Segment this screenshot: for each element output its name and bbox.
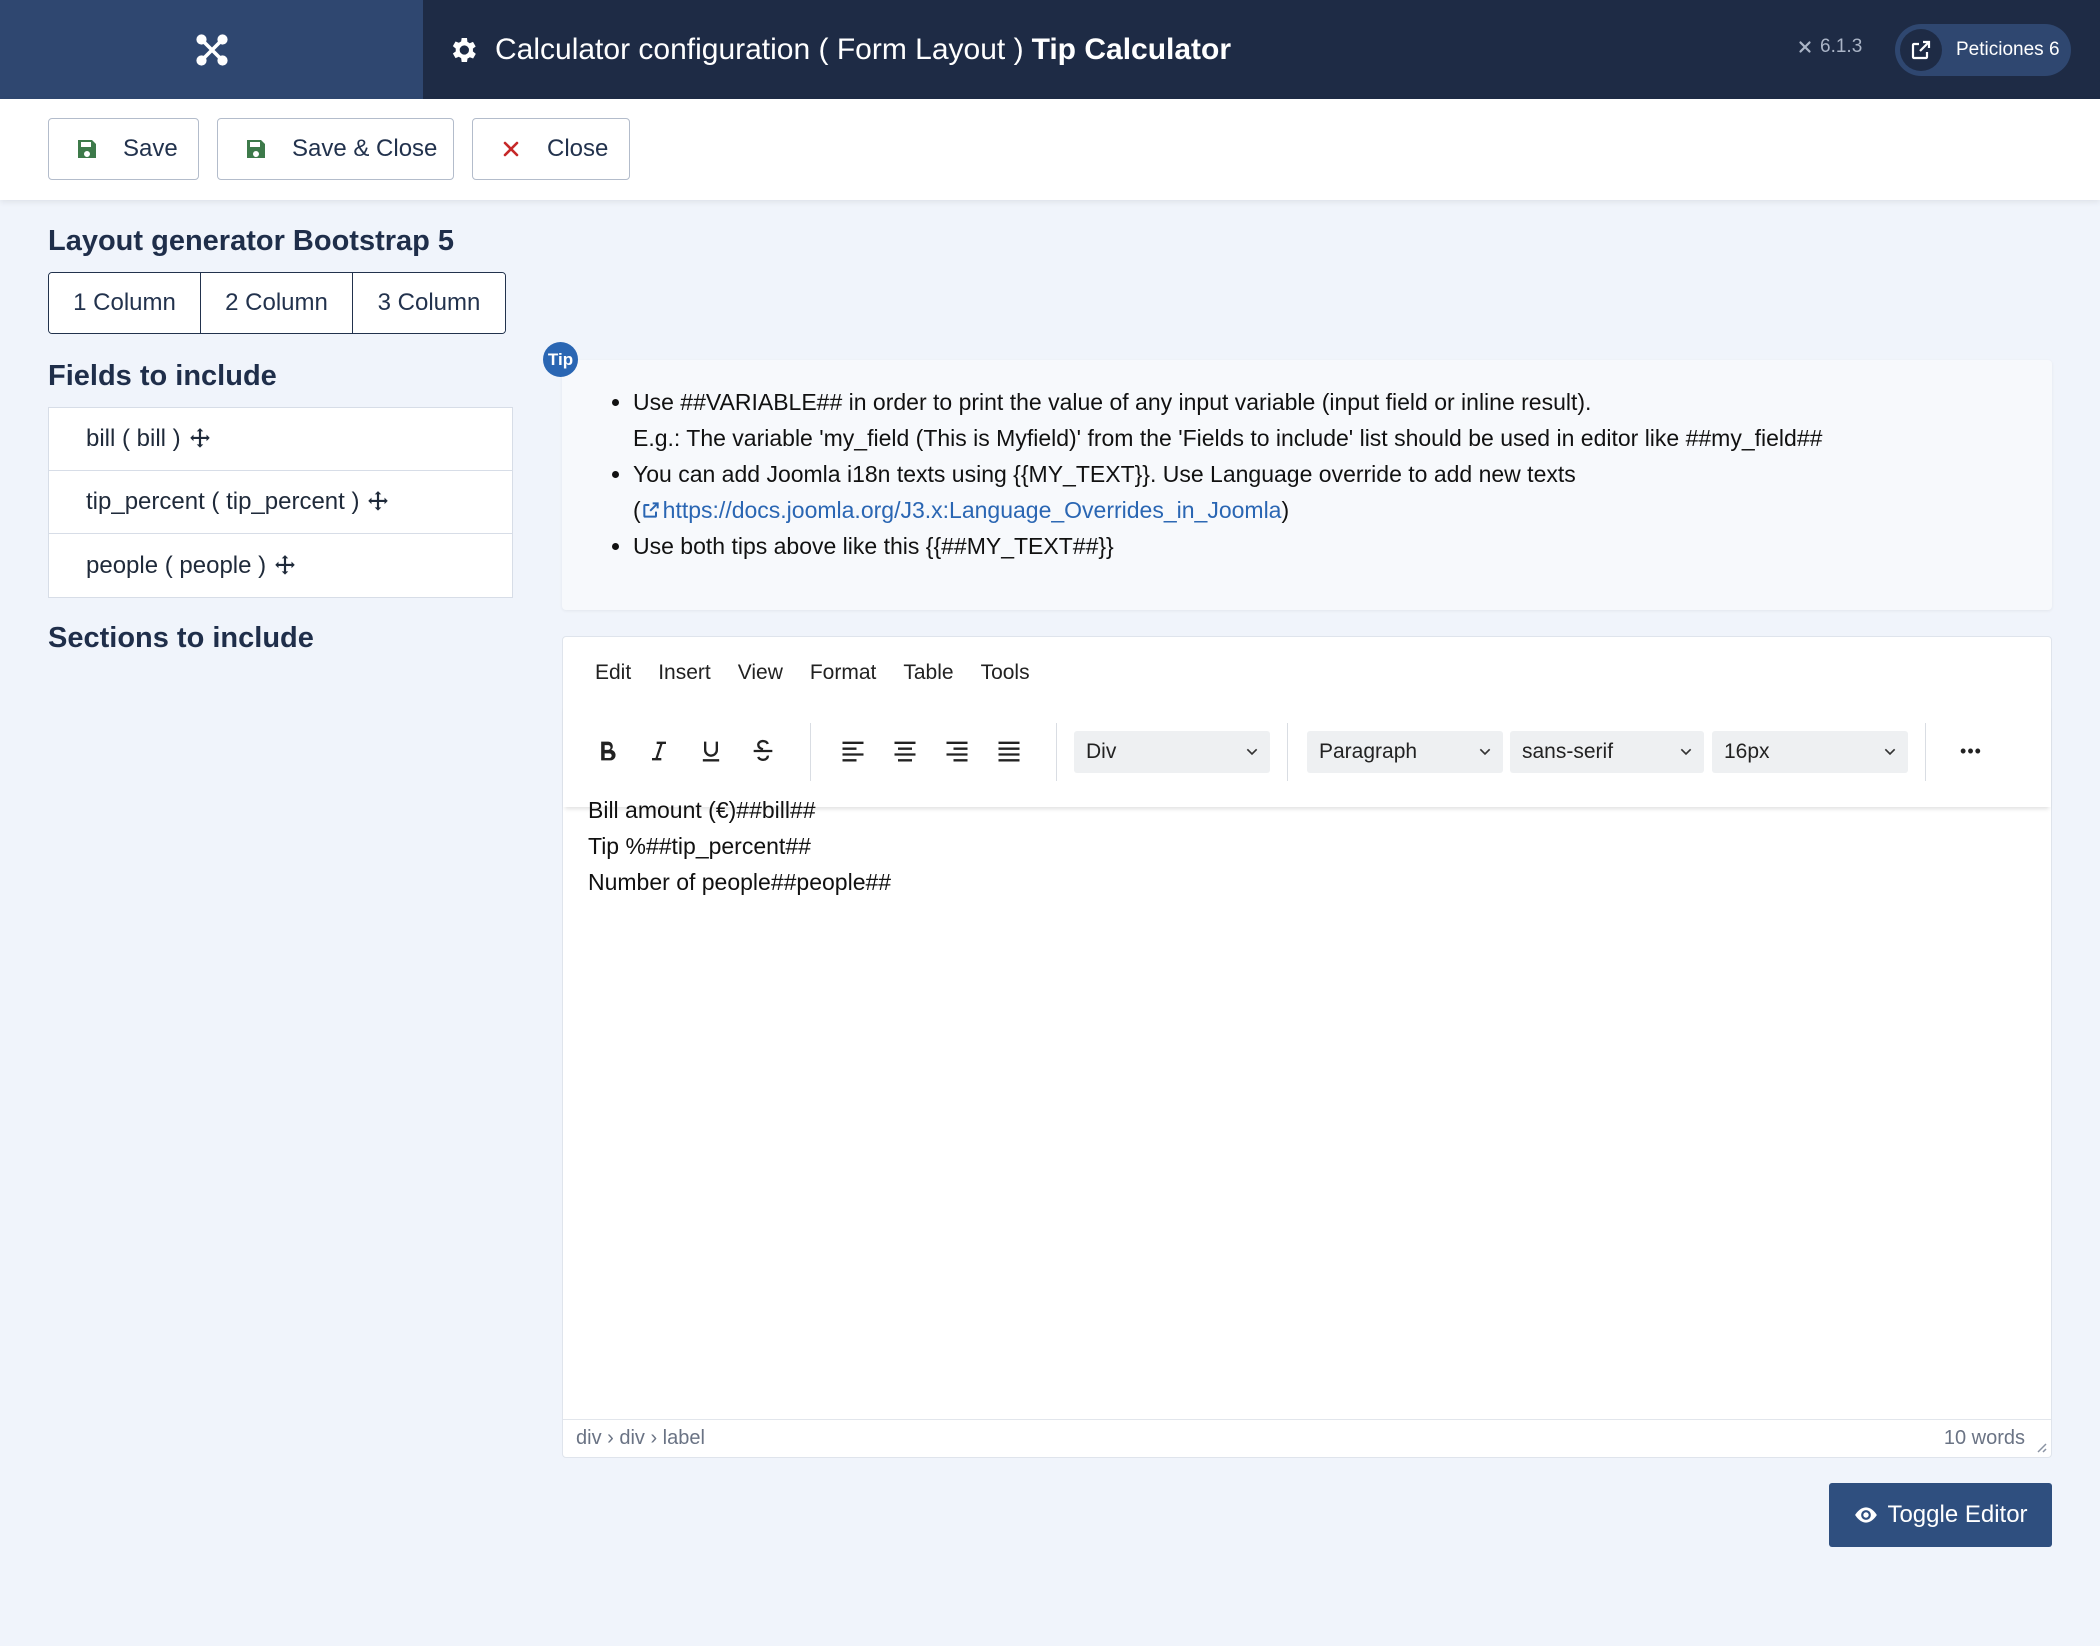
version-label: 6.1.3 xyxy=(1796,36,1862,58)
field-item-bill[interactable]: bill ( bill ) xyxy=(49,408,512,471)
tip-item: You can add Joomla i18n texts using {{MY… xyxy=(633,456,1822,528)
docs-link[interactable]: https://docs.joomla.org/J3.x:Language_Ov… xyxy=(641,497,1281,523)
move-icon[interactable] xyxy=(272,553,298,579)
toolbar-separator xyxy=(1287,723,1288,781)
menu-table[interactable]: Table xyxy=(903,661,953,685)
chevron-down-icon xyxy=(1246,748,1258,756)
three-column-button[interactable]: 3 Column xyxy=(353,273,505,333)
chevron-down-icon xyxy=(1884,748,1896,756)
external-link-icon xyxy=(643,502,659,518)
align-center-icon[interactable] xyxy=(885,731,925,771)
toolbar-separator xyxy=(1056,723,1057,781)
app-header: Calculator configuration ( Form Layout )… xyxy=(0,0,2100,99)
align-justify-icon[interactable] xyxy=(989,731,1029,771)
menu-view[interactable]: View xyxy=(738,661,783,685)
external-link-icon xyxy=(1900,29,1942,71)
menu-edit[interactable]: Edit xyxy=(595,661,631,685)
rich-text-editor: Edit Insert View Format Table Tools Div … xyxy=(562,636,2052,1458)
toolbar-separator xyxy=(1925,723,1926,781)
close-button[interactable]: Close xyxy=(472,118,630,180)
save-icon xyxy=(247,140,265,158)
tip-item: Use both tips above like this {{##MY_TEX… xyxy=(633,528,1822,564)
gear-icon xyxy=(452,37,476,62)
save-close-button[interactable]: Save & Close xyxy=(217,118,454,180)
menu-insert[interactable]: Insert xyxy=(658,661,711,685)
menu-tools[interactable]: Tools xyxy=(981,661,1030,685)
bold-icon[interactable] xyxy=(587,731,627,771)
sections-heading: Sections to include xyxy=(48,622,314,654)
content-line: Tip %##tip_percent## xyxy=(588,833,811,859)
resize-handle-icon[interactable] xyxy=(2033,1439,2047,1453)
tip-item: Use ##VARIABLE## in order to print the v… xyxy=(633,384,1822,456)
fields-heading: Fields to include xyxy=(48,360,277,392)
chevron-down-icon xyxy=(1479,748,1491,756)
strikethrough-icon[interactable] xyxy=(743,731,783,771)
page-title-text: Calculator configuration ( Form Layout ) xyxy=(495,32,1024,66)
editor-statusbar: div › div › label 10 words xyxy=(563,1419,2051,1457)
layout-generator-heading: Layout generator Bootstrap 5 xyxy=(48,225,455,257)
editor-menubar: Edit Insert View Format Table Tools xyxy=(595,661,1057,685)
editor-content[interactable]: Bill amount (€)##bill## Tip %##tip_perce… xyxy=(588,792,891,900)
requests-button[interactable]: Peticiones 6 xyxy=(1895,24,2071,76)
tip-list: Use ##VARIABLE## in order to print the v… xyxy=(633,384,1822,564)
page-title: Calculator configuration ( Form Layout )… xyxy=(447,33,1231,67)
menu-format[interactable]: Format xyxy=(810,661,877,685)
block-select[interactable]: Div xyxy=(1074,731,1270,773)
element-path[interactable]: div › div › label xyxy=(576,1427,705,1450)
tip-badge: Tip xyxy=(543,342,578,377)
more-options-icon[interactable]: ••• xyxy=(1951,731,1991,771)
one-column-button[interactable]: 1 Column xyxy=(49,273,201,333)
font-size-select[interactable]: 16px xyxy=(1712,731,1908,773)
save-button[interactable]: Save xyxy=(48,118,199,180)
field-item-people[interactable]: people ( people ) xyxy=(49,534,512,597)
joomla-icon xyxy=(195,33,228,66)
font-family-select[interactable]: sans-serif xyxy=(1510,731,1704,773)
move-icon[interactable] xyxy=(365,489,391,515)
eye-icon xyxy=(1855,1507,1878,1523)
chevron-down-icon xyxy=(1680,748,1692,756)
content-line: Bill amount (€)##bill## xyxy=(588,797,816,823)
align-left-icon[interactable] xyxy=(833,731,873,771)
action-toolbar: Save Save & Close Close xyxy=(0,99,2100,200)
column-button-group: 1 Column 2 Column 3 Column xyxy=(48,272,506,334)
tip-box: Use ##VARIABLE## in order to print the v… xyxy=(562,360,2052,610)
field-item-tip-percent[interactable]: tip_percent ( tip_percent ) xyxy=(49,471,512,534)
save-icon xyxy=(78,140,96,158)
format-select[interactable]: Paragraph xyxy=(1307,731,1503,773)
fields-list: bill ( bill ) tip_percent ( tip_percent … xyxy=(48,407,513,598)
close-icon xyxy=(503,141,519,157)
italic-icon[interactable] xyxy=(639,731,679,771)
toggle-editor-button[interactable]: Toggle Editor xyxy=(1829,1483,2052,1547)
align-right-icon[interactable] xyxy=(937,731,977,771)
joomla-logo[interactable] xyxy=(0,0,423,99)
move-icon[interactable] xyxy=(187,426,213,452)
toolbar-separator xyxy=(810,723,811,781)
two-column-button[interactable]: 2 Column xyxy=(201,273,353,333)
underline-icon[interactable] xyxy=(691,731,731,771)
page-title-bold: Tip Calculator xyxy=(1031,32,1232,66)
joomla-small-icon xyxy=(1799,41,1811,53)
word-count[interactable]: 10 words xyxy=(1944,1427,2025,1450)
content-line: Number of people##people## xyxy=(588,869,892,895)
